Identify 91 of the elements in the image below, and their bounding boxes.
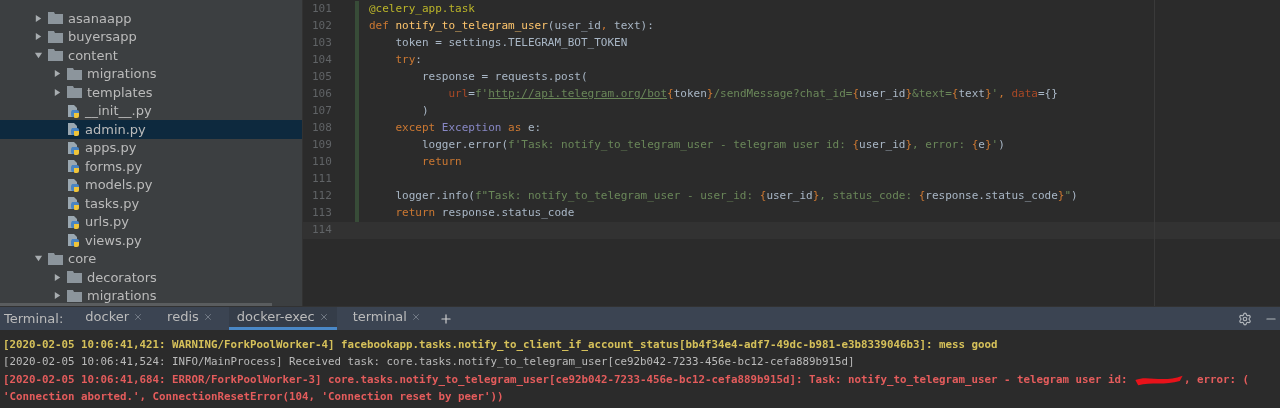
- tree-item[interactable]: views.py: [0, 231, 302, 250]
- line-number: 107: [311, 103, 333, 120]
- code-line: token = settings.TELEGRAM_BOT_TOKEN: [394, 35, 628, 52]
- terminal-line: [2020-02-05 10:06:41,421: WARNING/ForkPoolWorker-4] facebookapp.tasks.notify_to_client_if_account_status[bb4f34e4-adf7-49dc-b981-e3b8339046b3]: mess good: [3, 336, 998, 353]
- tree-item-label: tasks.py: [85, 194, 140, 213]
- line-number: 103: [311, 35, 333, 52]
- settings-icon[interactable]: [1238, 311, 1252, 326]
- tree-item[interactable]: templates: [0, 83, 302, 102]
- tab-label: redis: [167, 308, 199, 327]
- line-number: 110: [311, 154, 333, 171]
- tree-item-label: migrations: [87, 65, 157, 83]
- line-number: 108: [311, 120, 333, 137]
- python-file-icon: [67, 140, 80, 155]
- line-number: 111: [311, 171, 333, 188]
- folder-icon: [67, 67, 82, 80]
- tab-label: docker-exec: [236, 308, 315, 327]
- tree-item-label: apps.py: [85, 139, 137, 157]
- code-line: @celery_app.task: [369, 1, 475, 18]
- tree-item[interactable]: decorators: [0, 268, 302, 287]
- code-line: logger.info(f"Task: notify_to_telegram_user - user_id: {user_id}, status_code: {response.status_code}"): [394, 188, 1078, 205]
- tree-item-label: core: [68, 250, 97, 268]
- python-file-icon: [67, 196, 80, 211]
- tree-item-label: asanaapp: [68, 9, 132, 28]
- line-number: 105: [311, 69, 333, 86]
- terminal-tab[interactable]: docker-exec: [228, 307, 337, 330]
- tree-item-label: migrations: [87, 287, 157, 305]
- code-line: except Exception as e:: [394, 120, 542, 137]
- python-file-icon: [67, 214, 80, 229]
- terminal-tab[interactable]: terminal: [344, 307, 429, 330]
- line-number: 106: [311, 86, 333, 103]
- terminal-line: 'Connection aborted.', ConnectionResetError(104, 'Connection reset by peer')): [3, 389, 504, 406]
- terminal-tab[interactable]: redis: [159, 307, 221, 330]
- tree-item-label: content: [68, 46, 118, 65]
- folder-icon: [48, 49, 63, 62]
- tree-item-label: templates: [87, 83, 153, 102]
- terminal-tab[interactable]: docker: [77, 307, 152, 330]
- code-line: ): [420, 103, 429, 120]
- tree-item[interactable]: urls.py: [0, 212, 302, 231]
- tree-item-label: buyersapp: [68, 28, 137, 46]
- folder-icon: [67, 271, 82, 284]
- line-number: 109: [311, 137, 333, 154]
- code-line: return: [420, 154, 462, 171]
- python-file-icon: [67, 122, 80, 137]
- python-file-icon: [67, 159, 80, 174]
- tree-item[interactable]: __init__.py: [0, 101, 302, 120]
- tree-item[interactable]: forms.py: [0, 157, 302, 176]
- tree-item[interactable]: buyersapp: [0, 27, 302, 46]
- add-icon[interactable]: [438, 311, 453, 326]
- tree-item-label: urls.py: [85, 213, 130, 231]
- code-line: def notify_to_telegram_user(user_id, text):: [369, 18, 654, 35]
- caret-down-icon[interactable]: [34, 50, 43, 60]
- folder-icon: [48, 252, 63, 265]
- terminal-line: , error: (: [1184, 371, 1250, 388]
- tree-item[interactable]: migrations: [0, 286, 302, 305]
- code-line: url=f'http://api.telegram.org/bot{token}/sendMessage?chat_id={user_id}&text={text}', data={}: [447, 86, 1058, 103]
- code-line: response = requests.post(: [420, 69, 588, 86]
- tree-item[interactable]: models.py: [0, 175, 302, 194]
- tree-item[interactable]: tasks.py: [0, 194, 302, 213]
- code-line: return response.status_code: [394, 205, 575, 222]
- line-number: 112: [311, 188, 333, 205]
- caret-down-icon[interactable]: [34, 254, 43, 264]
- tree-item-label: __init__.py: [85, 102, 152, 120]
- tree-item[interactable]: content: [0, 46, 302, 65]
- tree-item-label: admin.py: [85, 120, 146, 139]
- tree-item-label: views.py: [85, 231, 142, 250]
- folder-icon: [48, 30, 63, 43]
- tree-item[interactable]: admin.py: [0, 120, 302, 139]
- close-icon[interactable]: [318, 312, 329, 322]
- python-file-icon: [67, 233, 80, 248]
- tree-item[interactable]: apps.py: [0, 138, 302, 157]
- tree-item-label: models.py: [85, 176, 153, 194]
- line-number: 101: [311, 1, 333, 18]
- python-file-icon: [67, 177, 80, 192]
- terminal-line: [2020-02-05 10:06:41,524: INFO/MainProcess] Received task: core.tasks.notify_to_telegram_user[ce92b042-7233-456e-bc12-cefa889b915d]: [3, 354, 855, 371]
- tree-item-label: decorators: [87, 268, 157, 287]
- tab-label: terminal: [352, 308, 407, 327]
- tree-item[interactable]: core: [0, 249, 302, 268]
- folder-icon: [48, 12, 63, 25]
- terminal-label: Terminal:: [4, 309, 64, 328]
- line-number: 104: [311, 52, 333, 69]
- terminal-line: [2020-02-05 10:06:41,684: ERROR/ForkPoolWorker-3] core.tasks.notify_to_telegram_user[ce92b042-7233-456e-bc12-cefa889b915d]: Task: notify_to_telegram_user - telegram user id:: [3, 371, 1129, 388]
- line-number: 113: [311, 205, 333, 222]
- tree-item[interactable]: migrations: [0, 64, 302, 83]
- code-line: try:: [394, 52, 422, 69]
- python-file-icon: [67, 103, 80, 118]
- tab-label: docker: [85, 308, 130, 327]
- line-number: 102: [311, 18, 333, 35]
- tree-item-label: forms.py: [85, 157, 143, 176]
- folder-icon: [67, 86, 82, 99]
- tree-item[interactable]: asanaapp: [0, 9, 302, 28]
- code-line: logger.error(f'Task: notify_to_telegram_user - telegram user id: {user_id}, error: {e}'): [420, 137, 1005, 154]
